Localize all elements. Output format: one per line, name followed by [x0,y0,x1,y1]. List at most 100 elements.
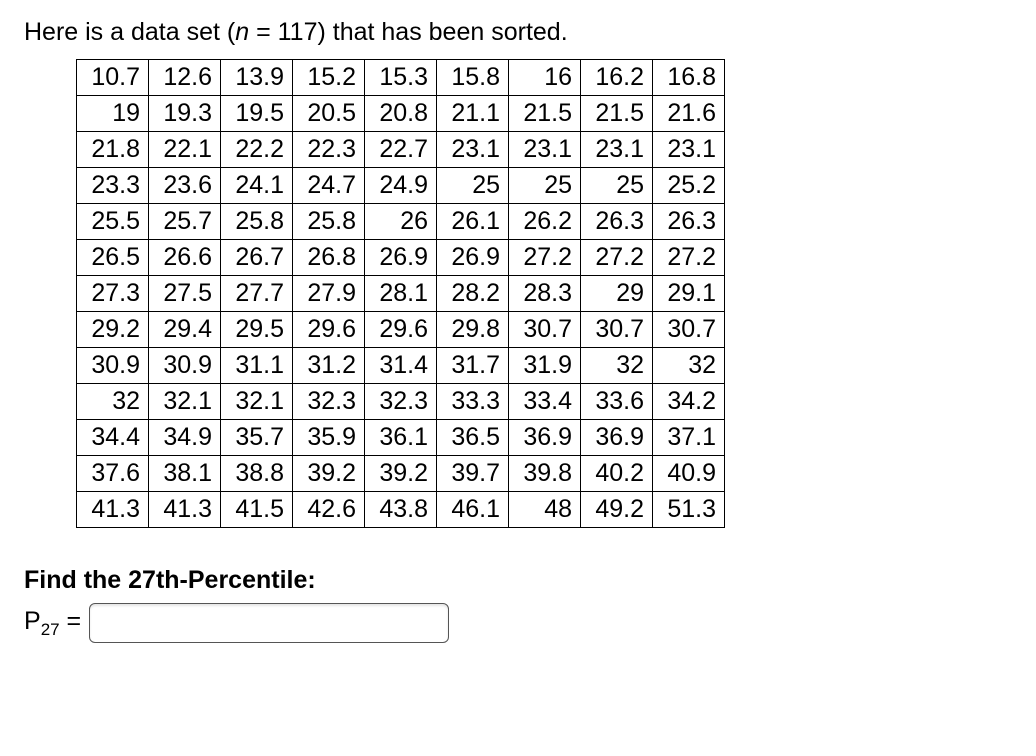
table-cell: 30.9 [149,348,221,384]
table-cell: 24.9 [365,168,437,204]
table-cell: 33.6 [581,384,653,420]
table-cell: 20.8 [365,96,437,132]
table-cell: 21.6 [653,96,725,132]
table-cell: 22.2 [221,132,293,168]
n-value: 117 [278,18,318,46]
answer-label: P27 = [24,607,81,640]
table-cell: 29 [581,276,653,312]
table-cell: 38.1 [149,456,221,492]
answer-row: P27 = [24,603,1012,643]
table-cell: 25.2 [653,168,725,204]
table-cell: 26.3 [653,204,725,240]
table-cell: 26.8 [293,240,365,276]
table-cell: 41.5 [221,492,293,528]
table-cell: 21.1 [437,96,509,132]
table-cell: 21.5 [581,96,653,132]
table-row: 30.930.931.131.231.431.731.93232 [77,348,725,384]
table-cell: 19.5 [221,96,293,132]
table-cell: 39.2 [365,456,437,492]
table-cell: 27.7 [221,276,293,312]
table-cell: 36.1 [365,420,437,456]
table-cell: 23.6 [149,168,221,204]
table-cell: 16.2 [581,60,653,96]
table-cell: 29.1 [653,276,725,312]
answer-equals: = [60,607,82,635]
table-cell: 33.3 [437,384,509,420]
table-cell: 39.2 [293,456,365,492]
table-cell: 27.9 [293,276,365,312]
table-cell: 21.8 [77,132,149,168]
table-cell: 34.9 [149,420,221,456]
table-cell: 22.1 [149,132,221,168]
table-cell: 19.3 [149,96,221,132]
table-cell: 16.8 [653,60,725,96]
table-cell: 36.5 [437,420,509,456]
table-cell: 31.7 [437,348,509,384]
table-cell: 27.2 [653,240,725,276]
table-cell: 31.1 [221,348,293,384]
table-cell: 25 [509,168,581,204]
table-cell: 34.4 [77,420,149,456]
table-cell: 15.3 [365,60,437,96]
table-cell: 28.1 [365,276,437,312]
intro-prefix: Here is a data set ( [24,18,235,46]
table-cell: 32.1 [149,384,221,420]
table-cell: 24.7 [293,168,365,204]
table-cell: 27.2 [581,240,653,276]
table-cell: 25 [581,168,653,204]
table-cell: 21.5 [509,96,581,132]
table-cell: 30.7 [509,312,581,348]
table-cell: 13.9 [221,60,293,96]
table-cell: 26.1 [437,204,509,240]
table-cell: 25.8 [221,204,293,240]
intro-suffix: ) that has been sorted. [317,18,567,46]
percentile-input[interactable] [89,603,449,643]
answer-subscript: 27 [41,620,60,639]
table-cell: 41.3 [77,492,149,528]
table-cell: 32.3 [365,384,437,420]
table-cell: 20.5 [293,96,365,132]
table-cell: 39.8 [509,456,581,492]
table-cell: 16 [509,60,581,96]
table-cell: 29.8 [437,312,509,348]
table-cell: 39.7 [437,456,509,492]
table-cell: 30.7 [653,312,725,348]
table-cell: 28.3 [509,276,581,312]
table-cell: 29.4 [149,312,221,348]
table-cell: 29.5 [221,312,293,348]
table-cell: 33.4 [509,384,581,420]
table-cell: 23.1 [653,132,725,168]
table-cell: 23.1 [581,132,653,168]
table-row: 26.526.626.726.826.926.927.227.227.2 [77,240,725,276]
table-cell: 26.7 [221,240,293,276]
table-cell: 22.3 [293,132,365,168]
table-cell: 29.6 [293,312,365,348]
table-cell: 25.8 [293,204,365,240]
table-cell: 25 [437,168,509,204]
table-cell: 37.6 [77,456,149,492]
table-cell: 23.1 [437,132,509,168]
table-cell: 23.3 [77,168,149,204]
table-cell: 36.9 [509,420,581,456]
table-cell: 25.5 [77,204,149,240]
table-cell: 32 [77,384,149,420]
table-cell: 40.2 [581,456,653,492]
table-cell: 26.5 [77,240,149,276]
table-cell: 10.7 [77,60,149,96]
table-cell: 32.3 [293,384,365,420]
table-cell: 42.6 [293,492,365,528]
table-row: 29.229.429.529.629.629.830.730.730.7 [77,312,725,348]
table-cell: 43.8 [365,492,437,528]
table-cell: 26.3 [581,204,653,240]
table-cell: 30.7 [581,312,653,348]
table-cell: 26.9 [437,240,509,276]
table-cell: 32.1 [221,384,293,420]
table-cell: 31.4 [365,348,437,384]
table-row: 37.638.138.839.239.239.739.840.240.9 [77,456,725,492]
table-cell: 28.2 [437,276,509,312]
table-cell: 12.6 [149,60,221,96]
table-cell: 26.6 [149,240,221,276]
table-cell: 19 [77,96,149,132]
table-row: 41.341.341.542.643.846.14849.251.3 [77,492,725,528]
table-cell: 29.2 [77,312,149,348]
